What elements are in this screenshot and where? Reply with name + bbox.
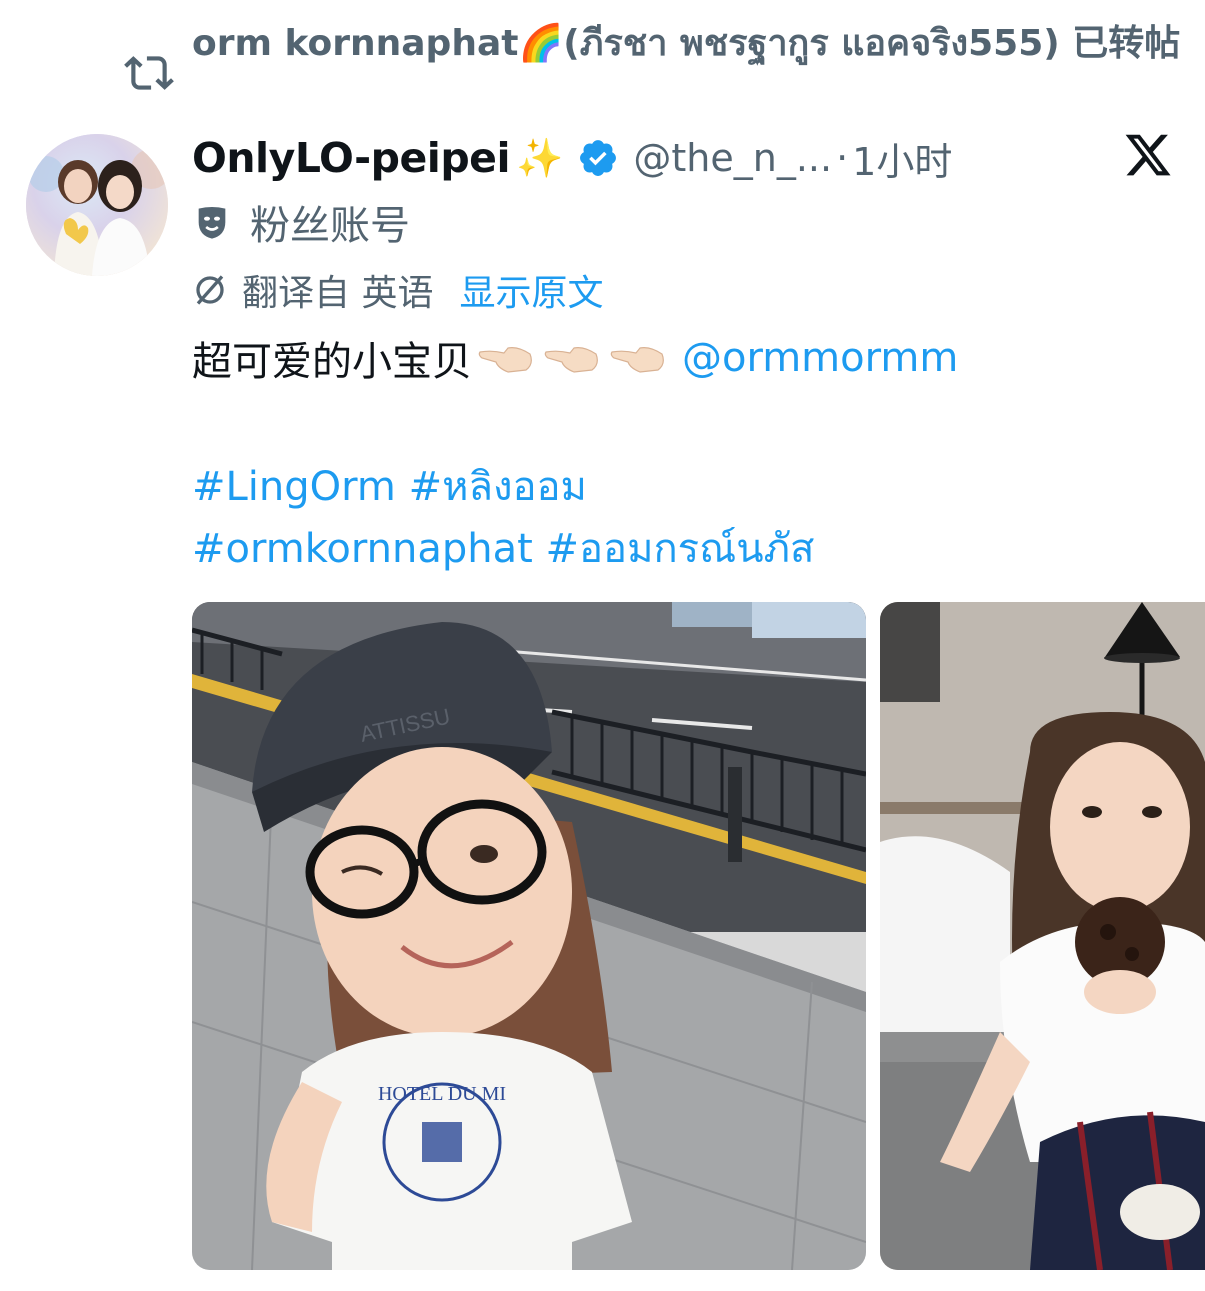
verified-badge-icon[interactable] [577, 137, 619, 179]
display-name[interactable]: OnlyLO-peipei [192, 134, 511, 182]
tweet-text: 超可爱的小宝贝 @ormmormm [192, 328, 1182, 388]
media-photo-1[interactable]: ATTISSU HOTEL DU MI [192, 602, 866, 1270]
hashtags-line-2[interactable]: #ormkornnaphat #ออมกรณ์นภัส [192, 518, 1182, 580]
media-photo-2[interactable] [880, 602, 1205, 1270]
tweet-card[interactable]: orm kornnaphat🌈(ภีรชา พชรฐากูร แอคจริง55… [0, 0, 1205, 1291]
shirt-text: HOTEL DU MI [378, 1083, 506, 1105]
author-line: OnlyLO-peipei ✨ @the_n_... · 1小时 [192, 128, 1092, 188]
pointing-left-hand-emoji [478, 347, 532, 373]
repost-icon [124, 56, 174, 90]
mention-link[interactable]: @ormmormm [682, 335, 958, 381]
fan-account-label: 粉丝账号 [250, 203, 410, 249]
translated-from-label: 翻译自 英语 [242, 273, 434, 314]
fan-account-line: 粉丝账号 [192, 192, 792, 252]
tweet-text-content: 超可爱的小宝贝 [192, 339, 472, 385]
repost-text[interactable]: orm kornnaphat🌈(ภีรชา พชรฐากูร แอคจริง55… [192, 20, 1182, 68]
repost-header: orm kornnaphat🌈(ภีรชา พชรฐากูร แอคจริง55… [0, 14, 1205, 114]
theater-mask-icon [198, 207, 226, 239]
translation-line: 翻译自 英语 显示原文 [192, 262, 892, 318]
translate-icon [196, 275, 224, 305]
author-handle[interactable]: @the_n_... [633, 136, 832, 180]
x-logo-icon[interactable] [1122, 130, 1174, 180]
separator-dot: · [836, 136, 849, 180]
hashtags-line-1[interactable]: #LingOrm #หลิงออม [192, 456, 1182, 518]
show-original-link[interactable]: 显示原文 [459, 264, 603, 316]
sparkles-emoji: ✨ [516, 135, 564, 180]
pointing-hands [478, 338, 676, 378]
avatar[interactable] [26, 134, 168, 276]
pointing-left-hand-emoji [544, 347, 598, 373]
post-time[interactable]: 1小时 [852, 131, 952, 186]
pointing-left-hand-emoji [610, 347, 664, 373]
